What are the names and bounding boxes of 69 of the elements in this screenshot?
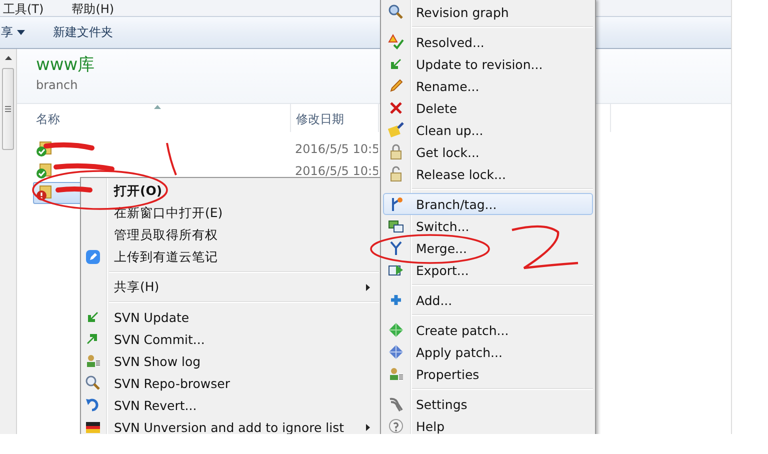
padlock-icon bbox=[388, 144, 404, 160]
submenu-arrow-icon bbox=[366, 424, 370, 431]
menu-item[interactable]: Revision graph bbox=[383, 1, 593, 23]
close-icon bbox=[388, 100, 404, 116]
menu-item[interactable]: Settings bbox=[383, 393, 593, 415]
menu-item[interactable]: Merge... bbox=[383, 237, 593, 259]
magnifier-icon bbox=[85, 375, 101, 391]
toolbar-button[interactable]: 新建文件夹 bbox=[53, 24, 113, 41]
menu-bar-item[interactable]: 工具(T) bbox=[3, 2, 44, 16]
grip-icon bbox=[5, 106, 11, 112]
merge-icon bbox=[388, 240, 404, 256]
arrow-icon bbox=[388, 56, 404, 72]
patch-icon bbox=[388, 344, 404, 360]
menu-item[interactable]: SVN Update bbox=[83, 306, 379, 328]
menu-item[interactable]: Add... bbox=[383, 289, 593, 311]
note-icon bbox=[85, 249, 101, 265]
folder-check-icon bbox=[36, 141, 52, 157]
person-list-icon bbox=[85, 353, 101, 369]
brush-icon bbox=[388, 122, 404, 138]
menu-item[interactable]: Get lock... bbox=[383, 141, 593, 163]
folder-check-icon bbox=[36, 163, 52, 179]
menu-item[interactable]: Release lock... bbox=[383, 163, 593, 185]
menu-item[interactable]: 管理员取得所有权 bbox=[83, 224, 379, 246]
undo-icon bbox=[85, 397, 101, 413]
annotation-stroke bbox=[166, 142, 177, 176]
scroll-thumb[interactable] bbox=[2, 68, 14, 150]
menu-item[interactable]: Update to revision... bbox=[383, 53, 593, 75]
menu-bar-item[interactable]: 帮助(H) bbox=[72, 2, 114, 16]
menu-item[interactable]: Clean up... bbox=[383, 119, 593, 141]
menu-item[interactable]: Switch... bbox=[383, 215, 593, 237]
menu-item[interactable]: Branch/tag... bbox=[383, 193, 593, 215]
menu-item[interactable]: Create patch... bbox=[383, 319, 593, 341]
menu-item[interactable]: SVN Unversion and add to ignore list bbox=[83, 416, 379, 434]
patch-icon bbox=[388, 322, 404, 338]
annotation-drawing bbox=[512, 225, 578, 270]
menu-item[interactable]: SVN Show log bbox=[83, 350, 379, 372]
folders-arrow-icon bbox=[388, 218, 404, 234]
magnifier-icon bbox=[388, 4, 404, 20]
menu-item[interactable]: Rename... bbox=[383, 75, 593, 97]
folder-subtitle: branch bbox=[36, 77, 78, 93]
menu-item[interactable]: Delete bbox=[383, 97, 593, 119]
column-header[interactable]: 名称 bbox=[36, 112, 60, 126]
pencil-icon bbox=[388, 78, 404, 94]
folder-title: www库 bbox=[36, 55, 95, 75]
column-header[interactable]: 修改日期 bbox=[296, 112, 344, 126]
warning-check-icon bbox=[388, 34, 404, 50]
menu-item[interactable]: Export... bbox=[383, 259, 593, 281]
menu-item[interactable]: 打开(O) bbox=[83, 180, 379, 202]
menu-item[interactable]: Apply patch... bbox=[383, 341, 593, 363]
menu-item[interactable]: SVN Revert... bbox=[83, 394, 379, 416]
menu-item[interactable]: Help bbox=[383, 415, 593, 434]
folder-arrow-icon bbox=[388, 262, 404, 278]
menu-item[interactable]: SVN Repo-browser bbox=[83, 372, 379, 394]
submenu-arrow-icon bbox=[366, 284, 370, 291]
person-list-icon bbox=[388, 366, 404, 382]
menu-item[interactable]: Properties bbox=[383, 363, 593, 385]
pliers-icon bbox=[388, 396, 404, 412]
redaction-scribble bbox=[44, 142, 114, 192]
toolbar-button[interactable]: 享 bbox=[0, 24, 25, 41]
scrollbar[interactable] bbox=[0, 49, 17, 434]
scroll-up-arrow-icon[interactable] bbox=[4, 56, 12, 60]
folder-warning-icon bbox=[36, 185, 52, 201]
menu-item[interactable]: 共享(H) bbox=[83, 276, 379, 298]
padlock-icon bbox=[388, 166, 404, 182]
menu-item[interactable]: SVN Commit... bbox=[83, 328, 379, 350]
plus-icon bbox=[388, 292, 404, 308]
menu-item[interactable]: 上传到有道云笔记 bbox=[83, 246, 379, 268]
menu-item[interactable]: Resolved... bbox=[383, 31, 593, 53]
arrow-icon bbox=[85, 309, 101, 325]
